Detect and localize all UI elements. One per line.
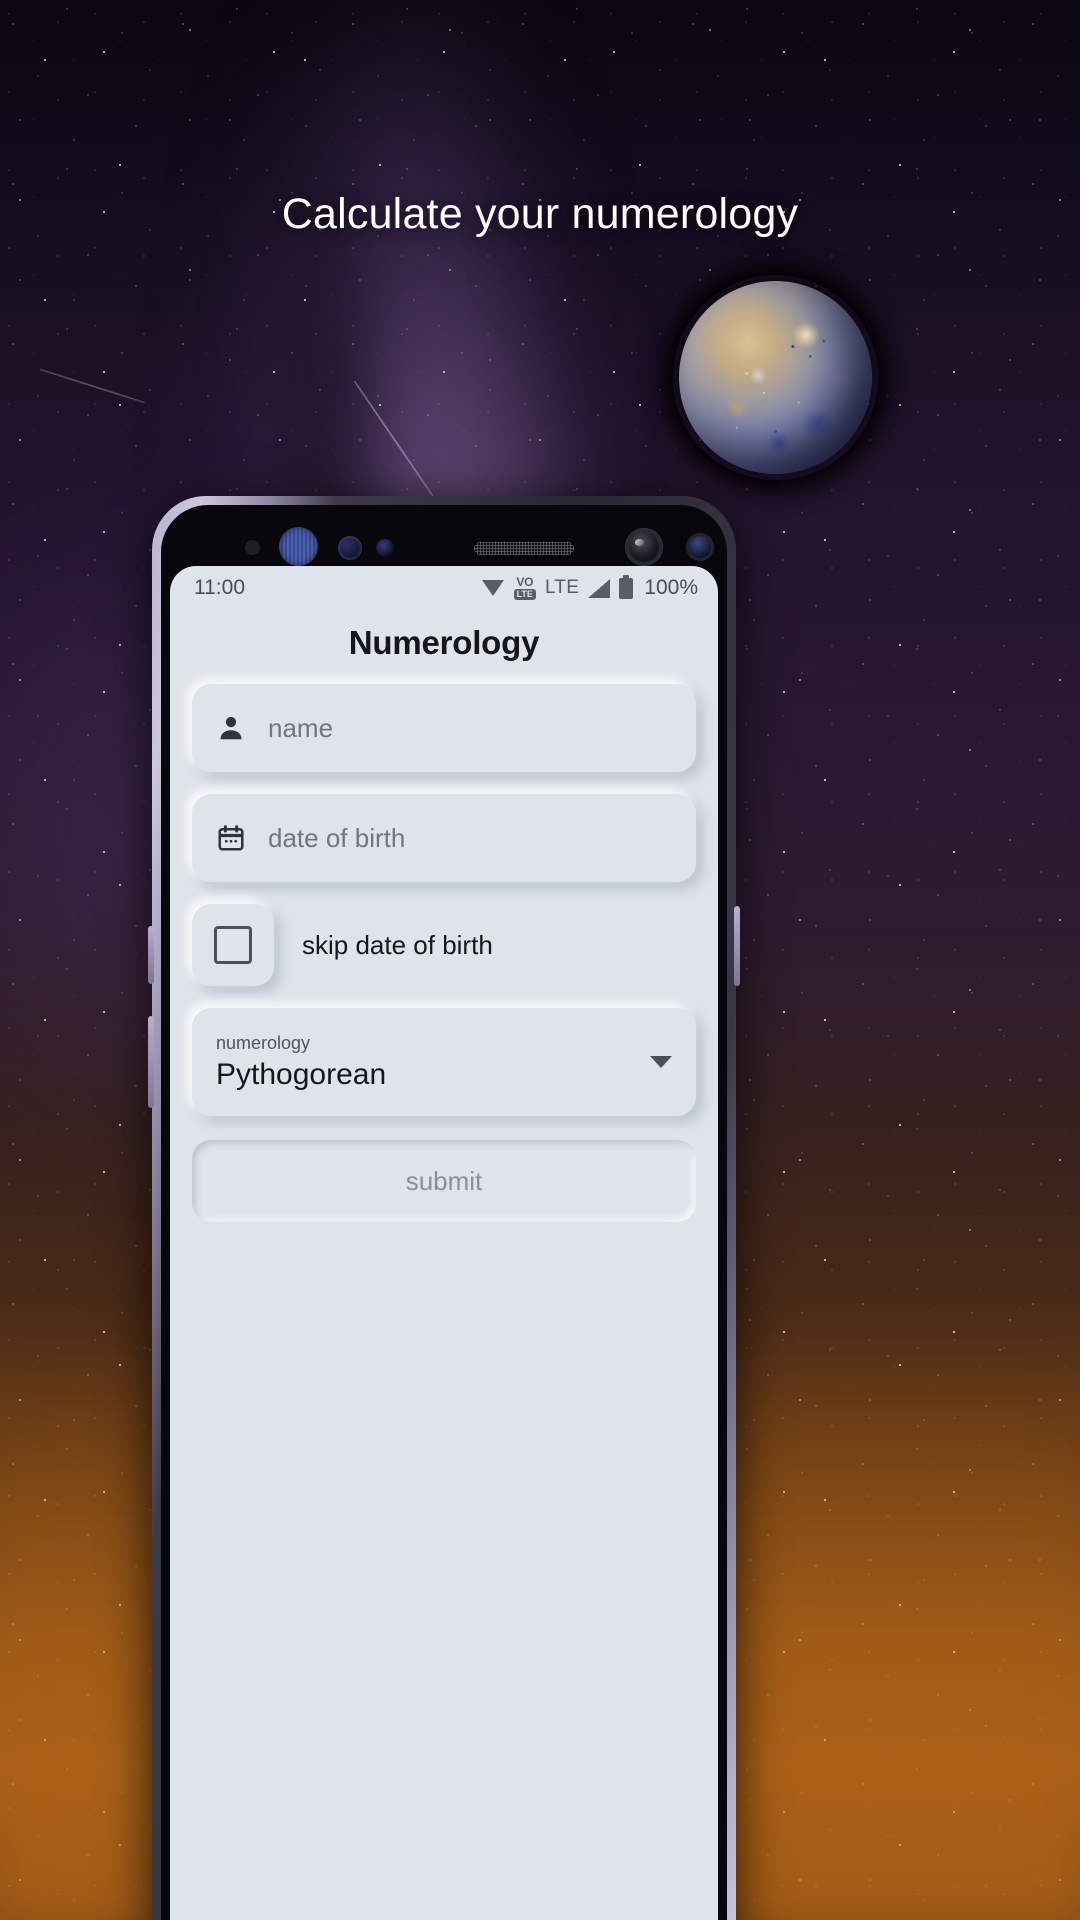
signal-bars-icon: [588, 578, 611, 598]
battery-percent-label: 100%: [644, 576, 698, 599]
name-field[interactable]: name: [192, 684, 696, 772]
app-empty-area: [170, 1222, 718, 1920]
date-of-birth-field[interactable]: date of birth: [192, 794, 696, 882]
iris-scanner-icon: [279, 527, 318, 566]
secondary-camera-icon: [686, 533, 714, 561]
mercury-planet-icon: [679, 281, 872, 474]
proximity-sensor-icon: [245, 540, 260, 555]
status-bar-time: 11:00: [194, 576, 245, 599]
status-bar-indicators: VO LTE LTE 100%: [481, 574, 698, 600]
numerology-system-dropdown[interactable]: numerology Pythogorean: [192, 1008, 696, 1116]
chevron-down-icon[interactable]: [650, 1056, 672, 1068]
skip-date-of-birth-checkbox[interactable]: [192, 904, 274, 986]
earpiece-speaker-icon: [474, 542, 574, 555]
promo-headline: Calculate your numerology: [281, 190, 799, 238]
volte-top-label: VO: [516, 575, 534, 589]
skip-date-of-birth-label: skip date of birth: [302, 929, 493, 960]
checkbox-square-icon: [214, 926, 252, 964]
submit-button-label: submit: [405, 1165, 483, 1196]
light-sensor-icon: [376, 539, 394, 557]
volte-bottom-label: LTE: [513, 589, 536, 600]
dropdown-text-column: numerology Pythogorean: [216, 1033, 386, 1092]
volte-icon: VO LTE: [513, 575, 536, 600]
power-button[interactable]: [734, 906, 740, 986]
front-camera-icon: [626, 529, 662, 565]
submit-button[interactable]: submit: [192, 1140, 696, 1222]
status-bar: 11:00 VO LTE LTE 100%: [170, 566, 718, 610]
planet-sphere: [679, 281, 872, 474]
name-input-placeholder: name: [268, 712, 334, 743]
page-title: Numerology: [348, 624, 540, 661]
phone-mockup: 11:00 VO LTE LTE 100% Numerology name da…: [148, 496, 740, 1920]
planet-craters: [679, 281, 872, 474]
phone-bezel: 11:00 VO LTE LTE 100% Numerology name da…: [161, 505, 727, 1920]
battery-full-icon: [619, 574, 634, 599]
calendar-icon: [214, 821, 248, 855]
person-icon: [214, 711, 248, 745]
volume-down-button[interactable]: [148, 1016, 154, 1108]
network-type-label: LTE: [544, 577, 580, 598]
volume-up-button[interactable]: [148, 926, 154, 984]
app-content: Numerology name date of birth skip date …: [170, 610, 718, 1222]
numerology-dropdown-label: numerology: [216, 1032, 311, 1053]
skip-date-of-birth-row[interactable]: skip date of birth: [192, 904, 696, 986]
phone-screen: 11:00 VO LTE LTE 100% Numerology name da…: [170, 566, 718, 1920]
front-sensor-icon: [338, 536, 362, 560]
wifi-icon: [481, 579, 505, 597]
numerology-dropdown-value: Pythogorean: [216, 1057, 387, 1091]
date-of-birth-input-placeholder: date of birth: [268, 822, 406, 853]
